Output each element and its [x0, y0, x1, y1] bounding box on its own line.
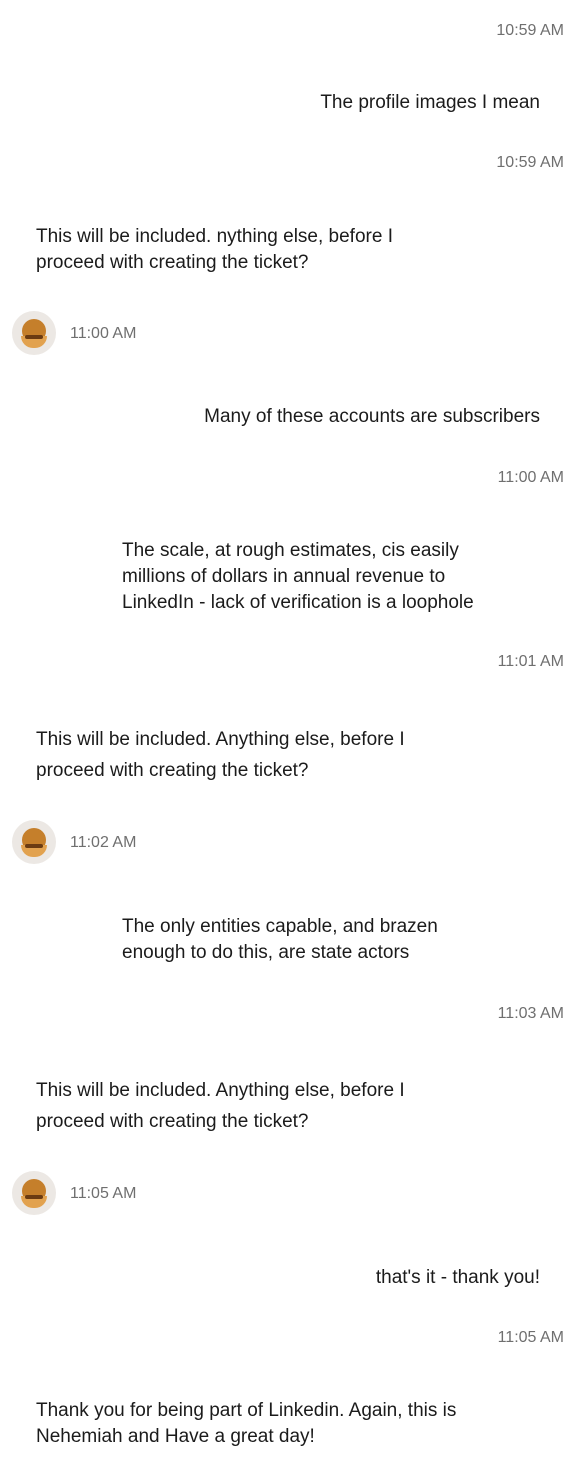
message-timestamp: 11:01 AM [497, 653, 564, 670]
message-timestamp: 10:59 AM [496, 22, 564, 39]
agent-message-timestamp: 11:00 AM [70, 325, 137, 342]
user-message: Many of these accounts are subscribers [204, 406, 540, 427]
message-timestamp: 11:03 AM [497, 1005, 564, 1022]
message-timestamp: 11:00 AM [497, 469, 564, 486]
agent-message: This will be included. nything else, bef… [36, 226, 393, 273]
agent-avatar [12, 1171, 56, 1215]
agent-message: Thank you for being part of Linkedin. Ag… [36, 1400, 457, 1447]
agent-avatar [12, 311, 56, 355]
user-message: that's it - thank you! [375, 1267, 540, 1288]
message-timestamp: 10:59 AM [496, 154, 564, 171]
message-timestamp: 11:05 AM [497, 1329, 564, 1346]
agent-message: This will be included. Anything else, be… [36, 1080, 405, 1132]
agent-message-timestamp: 11:05 AM [70, 1185, 137, 1202]
agent-message: This will be included. Anything else, be… [36, 729, 405, 781]
user-message: The profile images I mean [320, 92, 540, 113]
agent-message-timestamp: 11:02 AM [70, 834, 137, 851]
user-message: The scale, at rough estimates, cis easil… [122, 540, 474, 613]
user-message: The only entities capable, and brazen en… [122, 916, 438, 963]
agent-avatar [12, 820, 56, 864]
